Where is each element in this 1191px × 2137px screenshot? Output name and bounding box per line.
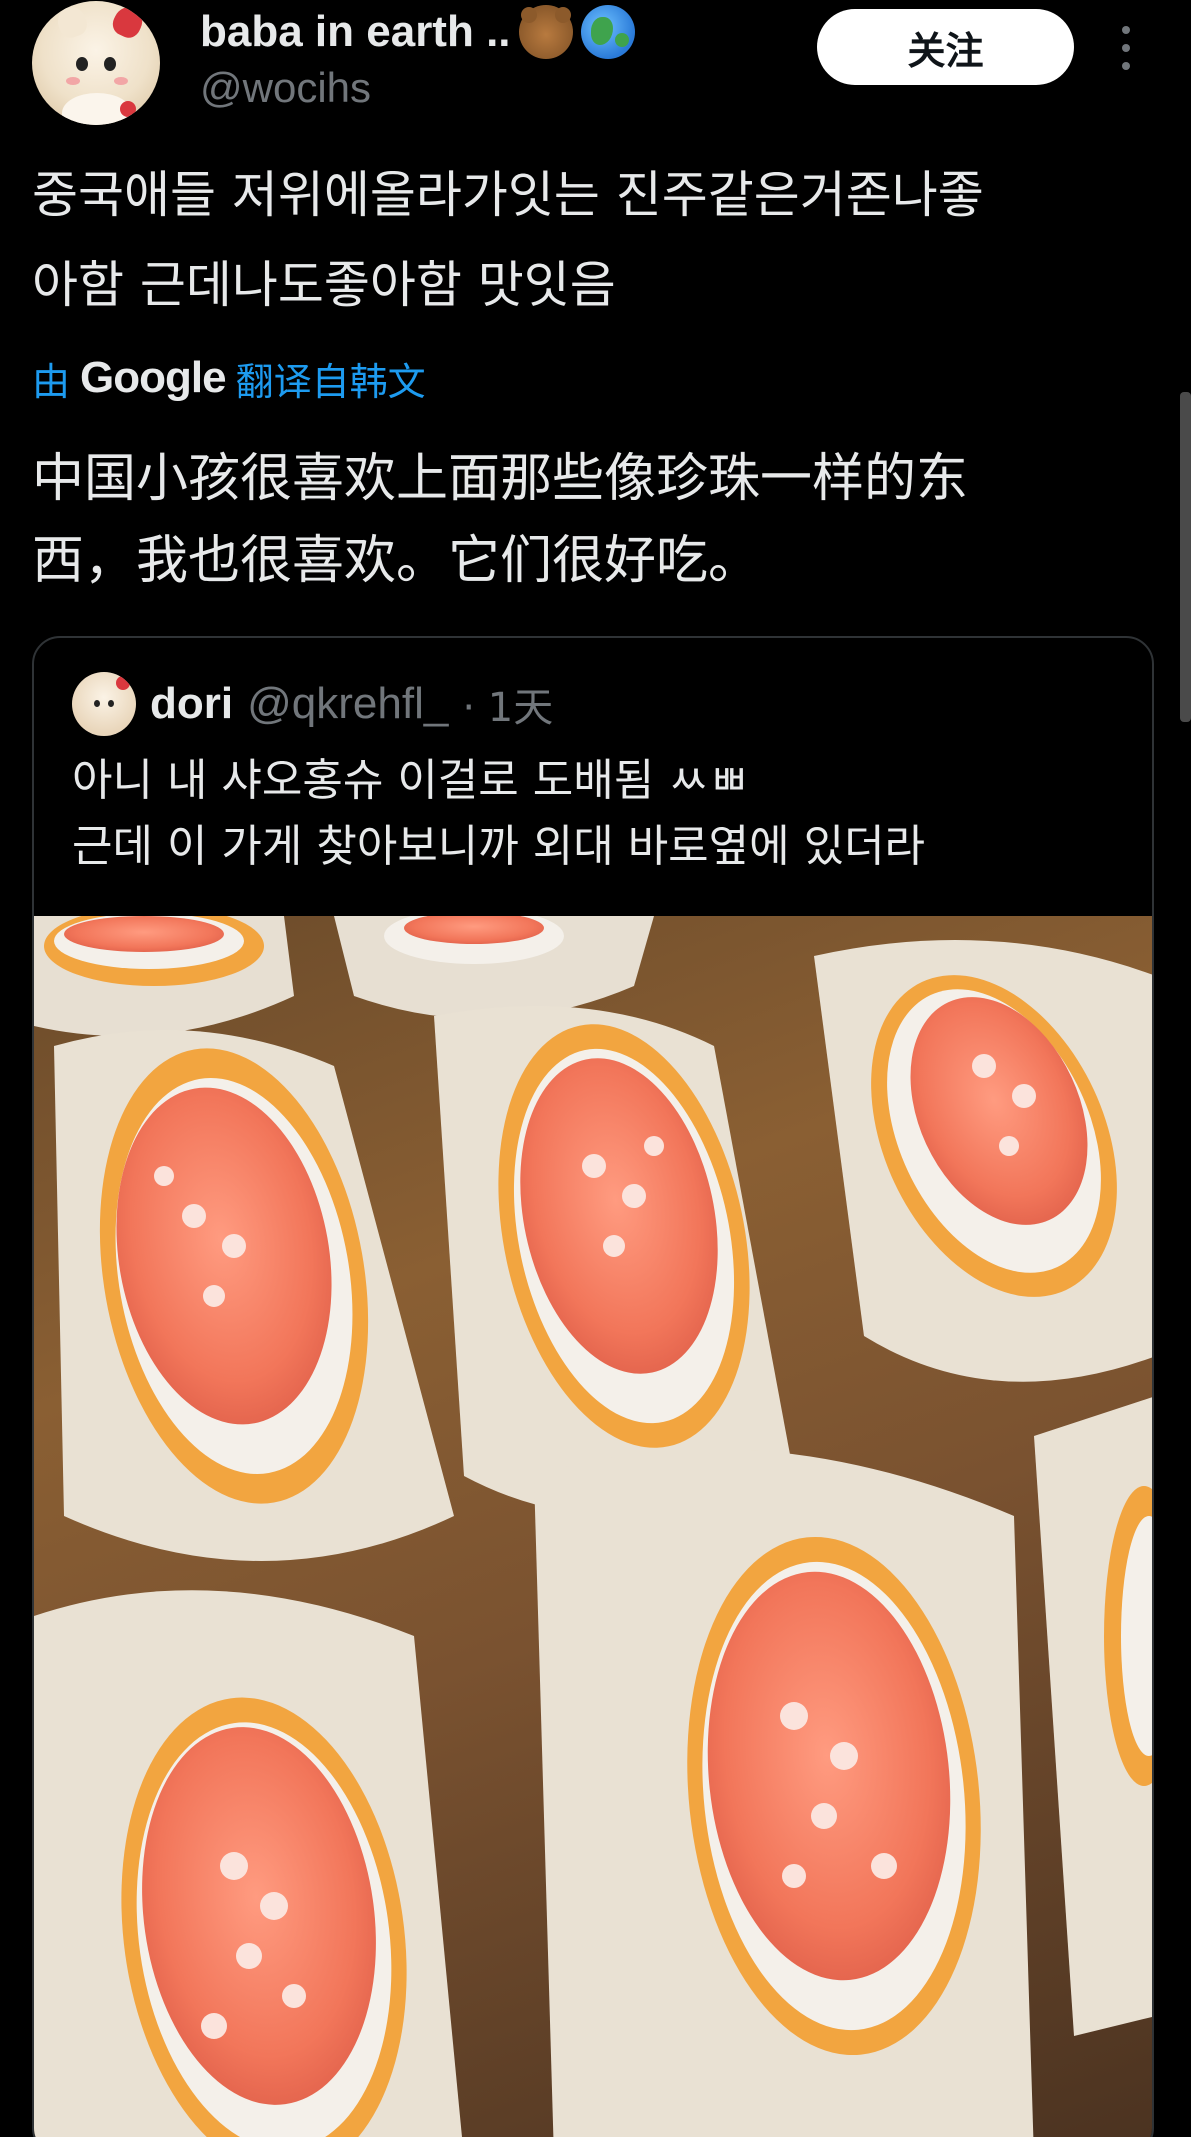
dessert-bowl [1034, 1397, 1152, 2036]
globe-emoji-icon [580, 5, 635, 59]
quoted-tweet-header: dori @qkrehfl_ · 1天 [150, 674, 553, 734]
tweet-text-line: 아함 근데나도좋아함 맛잇음 [32, 256, 616, 314]
quoted-text-line: 아니 내 샤오홍슈 이걸로 도배됨 ㅆㅃ [72, 755, 750, 806]
dessert-bowl [334, 916, 654, 1019]
bear-emoji-icon [518, 5, 573, 59]
author-display-name[interactable]: baba in earth .. [200, 4, 635, 60]
google-logo: Google [80, 353, 227, 402]
photo-illustration [34, 916, 1152, 2137]
dessert-bowl [434, 1006, 794, 1516]
quoted-text-line: 근데 이 가게 찾아보니까 외대 바로옆에 있더라 [72, 821, 926, 872]
more-options-icon[interactable] [1116, 26, 1136, 70]
tweet-text: 중국애들 저위에올라가잇는 진주같은거존나좋 아함 근데나도좋아함 맛잇음 [32, 150, 1152, 330]
translated-text: 中国小孩很喜欢上面那些像珍珠一样的东 西，我也很喜欢。它们很好吃。 [32, 438, 1152, 602]
translated-prefix: 由 [32, 359, 71, 404]
quoted-tweet-photo[interactable] [34, 916, 1152, 2137]
quoted-tweet-card[interactable]: dori @qkrehfl_ · 1天 아니 내 샤오홍슈 이걸로 도배됨 ㅆㅃ… [32, 636, 1154, 2137]
scrollbar-thumb[interactable] [1180, 392, 1191, 722]
quoted-tweet-time[interactable]: · 1天 [462, 675, 553, 733]
quoted-author-name[interactable]: dori [150, 679, 233, 729]
tweet-detail-page: baba in earth .. @wocihs 关注 중국애들 저위에올라가잇… [0, 0, 1191, 2137]
translated-text-line: 中国小孩很喜欢上面那些像珍珠一样的东 [32, 449, 969, 509]
tweet-text-line: 중국애들 저위에올라가잇는 진주같은거존나좋 [32, 166, 984, 224]
follow-button[interactable]: 关注 [817, 9, 1074, 85]
translated-by-google[interactable]: 由 Google 翻译自韩文 [32, 352, 426, 404]
quoted-author-handle[interactable]: @qkrehfl_ [247, 679, 448, 729]
author-handle[interactable]: @wocihs [200, 64, 371, 112]
dessert-bowl [34, 1590, 462, 2137]
dessert-bowl [534, 1448, 1034, 2137]
dessert-bowl [54, 1030, 454, 1561]
quoted-author-avatar[interactable] [72, 672, 136, 736]
translated-suffix[interactable]: 翻译自韩文 [236, 351, 426, 406]
dessert-bowl [34, 916, 294, 1036]
translated-text-line: 西，我也很喜欢。它们很好吃。 [32, 531, 761, 591]
quoted-tweet-text: 아니 내 샤오홍슈 이걸로 도배됨 ㅆㅃ 근데 이 가게 찾아보니까 외대 바로… [72, 748, 1132, 880]
author-avatar[interactable] [32, 1, 160, 125]
author-name-text[interactable]: baba in earth .. [200, 7, 511, 57]
dessert-bowl [814, 940, 1152, 1382]
